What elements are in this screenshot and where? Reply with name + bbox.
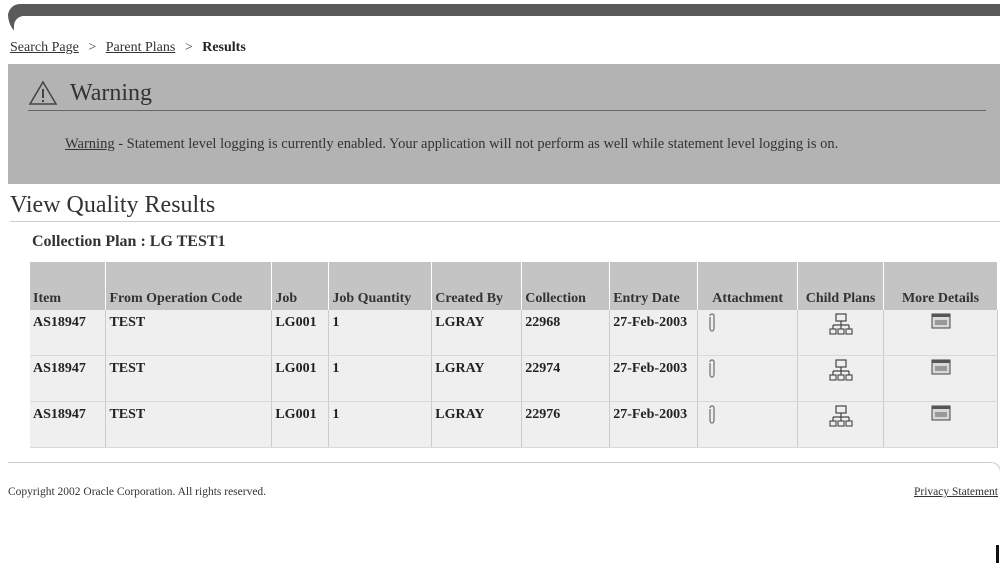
cell-job: LG001: [271, 401, 330, 448]
column-header-child-plans: Child Plans: [797, 262, 885, 310]
child-plans-hierarchy-icon[interactable]: [829, 313, 853, 345]
cell-more-details: [883, 310, 998, 356]
more-details-icon[interactable]: [931, 359, 951, 381]
column-header-op-code[interactable]: From Operation Code: [105, 262, 273, 310]
table-row: AS18947 TEST LG001 1 LGRAY 22974 27-Feb-2003: [30, 355, 998, 402]
cell-item: AS18947: [30, 401, 107, 448]
breadcrumb-parent-plans[interactable]: Parent Plans: [106, 40, 176, 55]
column-header-entry-date[interactable]: Entry Date: [609, 262, 699, 310]
column-header-more-details: More Details: [883, 262, 998, 310]
warning-header: Warning: [28, 78, 986, 111]
breadcrumb-current: Results: [202, 40, 246, 55]
cell-collection: 22974: [521, 355, 611, 402]
more-details-icon[interactable]: [931, 313, 951, 335]
breadcrumb-separator: >: [88, 40, 97, 55]
column-header-job[interactable]: Job: [271, 262, 330, 310]
cell-attachment: [697, 355, 799, 402]
cell-op-code: TEST: [105, 355, 273, 402]
breadcrumb-search-page[interactable]: Search Page: [10, 40, 79, 55]
top-banner: [8, 4, 1000, 36]
cell-job: LG001: [271, 355, 330, 402]
cell-job-quantity: 1: [328, 310, 433, 356]
footer-divider: [8, 462, 1000, 473]
warning-label: Warning: [65, 136, 115, 152]
privacy-statement-link[interactable]: Privacy Statement: [914, 486, 998, 498]
cell-child-plans: [797, 310, 885, 356]
cell-entry-date: 27-Feb-2003: [609, 310, 699, 356]
collection-plan-title: Collection Plan : LG TEST1: [32, 233, 226, 250]
cell-op-code: TEST: [105, 401, 273, 448]
cell-more-details: [883, 355, 998, 402]
results-table: Item From Operation Code Job Job Quantit…: [30, 262, 998, 448]
warning-message: Warning - Statement level logging is cur…: [65, 134, 975, 155]
column-header-collection[interactable]: Collection: [521, 262, 611, 310]
attachment-clip-icon[interactable]: [707, 405, 717, 431]
column-header-created-by[interactable]: Created By: [431, 262, 523, 310]
cell-job: LG001: [271, 310, 330, 356]
cell-entry-date: 27-Feb-2003: [609, 401, 699, 448]
cell-collection: 22968: [521, 310, 611, 356]
cell-item: AS18947: [30, 355, 107, 402]
table-row: AS18947 TEST LG001 1 LGRAY 22968 27-Feb-2003: [30, 310, 998, 356]
cell-job-quantity: 1: [328, 401, 433, 448]
cell-child-plans: [797, 401, 885, 448]
cell-attachment: [697, 401, 799, 448]
attachment-clip-icon[interactable]: [707, 313, 717, 339]
cell-entry-date: 27-Feb-2003: [609, 355, 699, 402]
warning-text: - Statement level logging is currently e…: [114, 136, 839, 152]
table-header-row: Item From Operation Code Job Job Quantit…: [30, 262, 998, 310]
page-title: View Quality Results: [10, 192, 1000, 222]
text-cursor: [996, 545, 999, 563]
attachment-clip-icon[interactable]: [707, 359, 717, 385]
cell-more-details: [883, 401, 998, 448]
breadcrumb: Search Page > Parent Plans > Results: [10, 40, 246, 56]
cell-item: AS18947: [30, 310, 107, 356]
warning-title: Warning: [70, 80, 153, 106]
column-header-item[interactable]: Item: [30, 262, 107, 310]
table-row: AS18947 TEST LG001 1 LGRAY 22976 27-Feb-2003: [30, 401, 998, 448]
column-header-attachment: Attachment: [697, 262, 799, 310]
cell-job-quantity: 1: [328, 355, 433, 402]
warning-icon: [28, 80, 58, 111]
more-details-icon[interactable]: [931, 405, 951, 427]
column-header-job-quantity[interactable]: Job Quantity: [328, 262, 433, 310]
breadcrumb-separator: >: [184, 40, 193, 55]
cell-attachment: [697, 310, 799, 356]
copyright-text: Copyright 2002 Oracle Corporation. All r…: [8, 486, 267, 498]
cell-created-by: LGRAY: [431, 310, 523, 356]
cell-collection: 22976: [521, 401, 611, 448]
warning-box: Warning Warning - Statement level loggin…: [8, 64, 1000, 184]
cell-child-plans: [797, 355, 885, 402]
cell-created-by: LGRAY: [431, 401, 523, 448]
cell-op-code: TEST: [105, 310, 273, 356]
child-plans-hierarchy-icon[interactable]: [829, 405, 853, 437]
child-plans-hierarchy-icon[interactable]: [829, 359, 853, 391]
cell-created-by: LGRAY: [431, 355, 523, 402]
